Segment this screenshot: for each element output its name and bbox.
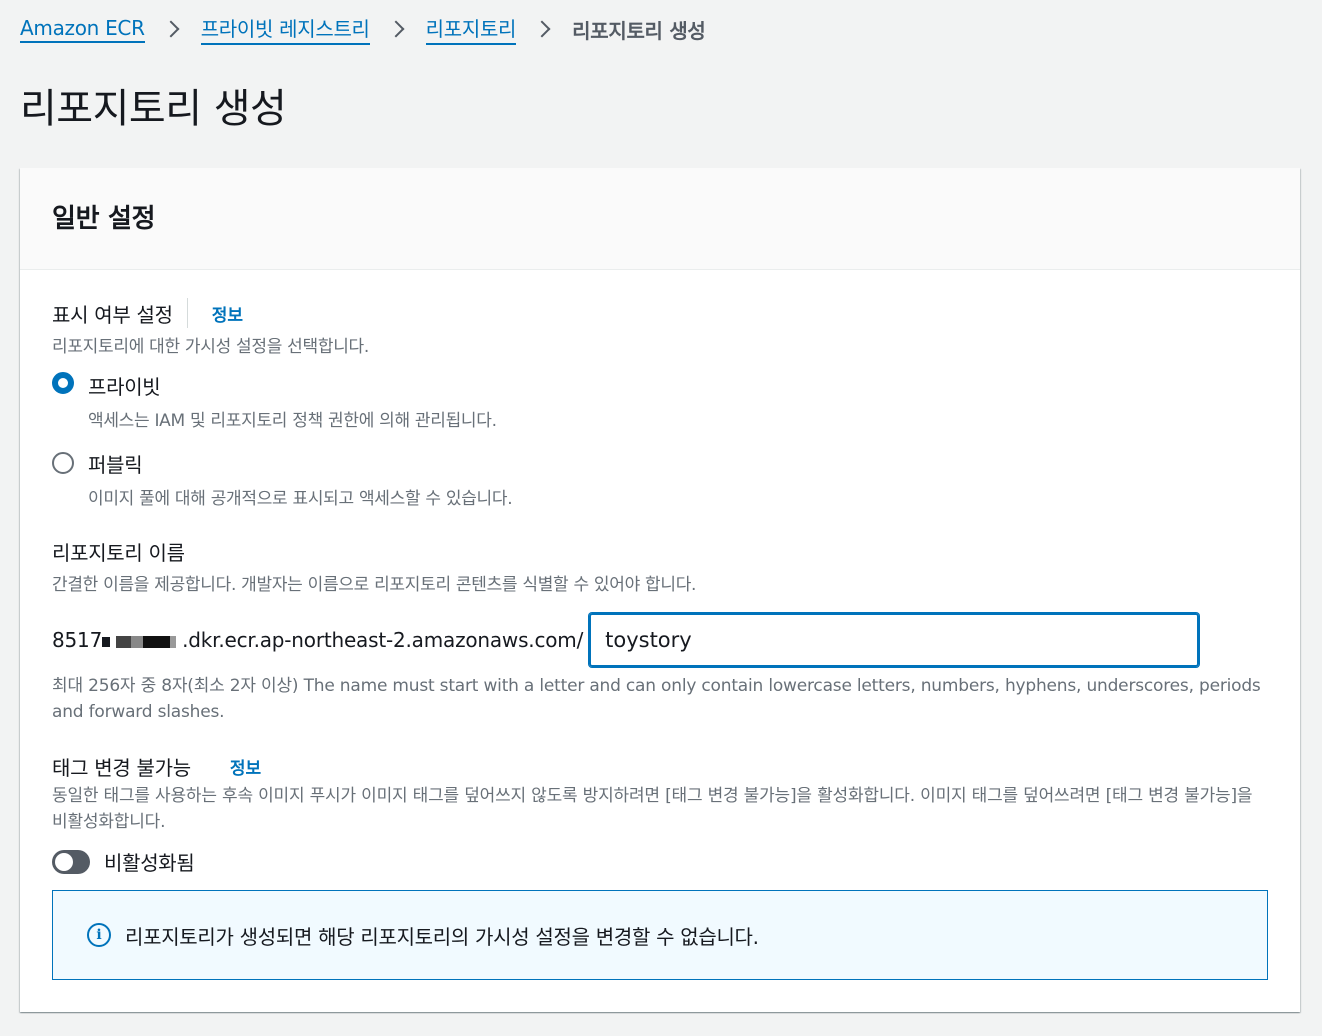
radio-public-text: 퍼블릭 이미지 풀에 대해 공개적으로 표시되고 액세스할 수 있습니다. (88, 449, 513, 509)
panel-title: 일반 설정 (52, 204, 156, 234)
page-title: 리포지토리 생성 (20, 86, 287, 132)
immutability-info-link[interactable]: 정보 (230, 754, 261, 779)
chevron-right-icon (162, 20, 180, 38)
radio-private-text: 프라이빗 액세스는 IAM 및 리포지토리 정책 권한에 의해 관리됩니다. (88, 371, 497, 431)
panel-body: 표시 여부 설정 정보 리포지토리에 대한 가시성 설정을 선택합니다. 프라이… (20, 298, 1300, 876)
breadcrumb-current: 리포지토리 생성 (572, 18, 706, 43)
repo-name-description: 간결한 이름을 제공합니다. 개발자는 이름으로 리포지토리 콘텐츠를 식별할 … (52, 575, 697, 595)
radio-public[interactable]: 퍼블릭 이미지 풀에 대해 공개적으로 표시되고 액세스할 수 있습니다. (52, 449, 1268, 509)
repo-name-constraint: 최대 256자 중 8자(최소 2자 이상) The name must sta… (52, 676, 1261, 722)
repo-uri-prefix: 8517 .dkr.ecr.ap-northeast-2.amazonaws.co… (52, 628, 583, 652)
immutability-toggle-label: 비활성화됨 (104, 851, 195, 875)
immutability-toggle-row: 비활성화됨 (52, 847, 1268, 876)
redaction-mark (102, 636, 111, 647)
immutability-description: 동일한 태그를 사용하는 후속 이미지 푸시가 이미지 태그를 덮어쓰지 않도록… (52, 786, 1253, 832)
alert-text: 리포지토리가 생성되면 해당 리포지토리의 가시성 설정을 변경할 수 없습니다… (125, 924, 759, 949)
redaction-mark (116, 635, 177, 648)
visibility-info-link[interactable]: 정보 (212, 301, 243, 326)
info-icon: i (87, 923, 111, 947)
radio-public-label: 퍼블릭 (88, 453, 143, 477)
immutability-toggle[interactable] (52, 849, 90, 874)
chevron-right-icon (387, 20, 405, 38)
immutability-label: 태그 변경 불가능 (52, 755, 191, 780)
divider (186, 298, 188, 328)
breadcrumb: Amazon ECR 프라이빗 레지스트리 리포지토리 리포지토리 생성 (20, 12, 706, 46)
info-alert: i 리포지토리가 생성되면 해당 리포지토리의 가시성 설정을 변경할 수 없습… (52, 890, 1268, 980)
radio-public-description: 이미지 풀에 대해 공개적으로 표시되고 액세스할 수 있습니다. (88, 489, 513, 509)
panel-header: 일반 설정 (20, 168, 1300, 270)
radio-private-label: 프라이빗 (88, 375, 161, 399)
radio-private[interactable]: 프라이빗 액세스는 IAM 및 리포지토리 정책 권한에 의해 관리됩니다. (52, 371, 1268, 431)
breadcrumb-private-registry[interactable]: 프라이빗 레지스트리 (200, 13, 370, 45)
account-id-start: 8517 (52, 628, 103, 652)
general-settings-panel: 일반 설정 표시 여부 설정 정보 리포지토리에 대한 가시성 설정을 선택합니… (20, 168, 1300, 1012)
toggle-knob (55, 852, 73, 871)
chevron-right-icon (533, 20, 551, 38)
radio-button-unchecked[interactable] (52, 452, 74, 474)
visibility-description: 리포지토리에 대한 가시성 설정을 선택합니다. (52, 337, 369, 357)
registry-domain: .dkr.ecr.ap-northeast-2.amazonaws.com/ (182, 628, 584, 652)
breadcrumb-repositories[interactable]: 리포지토리 (425, 13, 516, 45)
repo-name-input[interactable]: toystory (589, 613, 1200, 667)
radio-button-checked[interactable] (52, 372, 74, 394)
radio-private-description: 액세스는 IAM 및 리포지토리 정책 권한에 의해 관리됩니다. (88, 411, 497, 431)
visibility-label: 표시 여부 설정 (52, 302, 173, 327)
immutability-label-row: 태그 변경 불가능 정보 (52, 751, 1268, 781)
breadcrumb-amazon-ecr[interactable]: Amazon ECR (20, 16, 145, 43)
visibility-label-row: 표시 여부 설정 정보 (52, 298, 1268, 328)
repo-uri-row: 8517 .dkr.ecr.ap-northeast-2.amazonaws.co… (52, 613, 1268, 667)
repo-name-label: 리포지토리 이름 (52, 541, 185, 565)
